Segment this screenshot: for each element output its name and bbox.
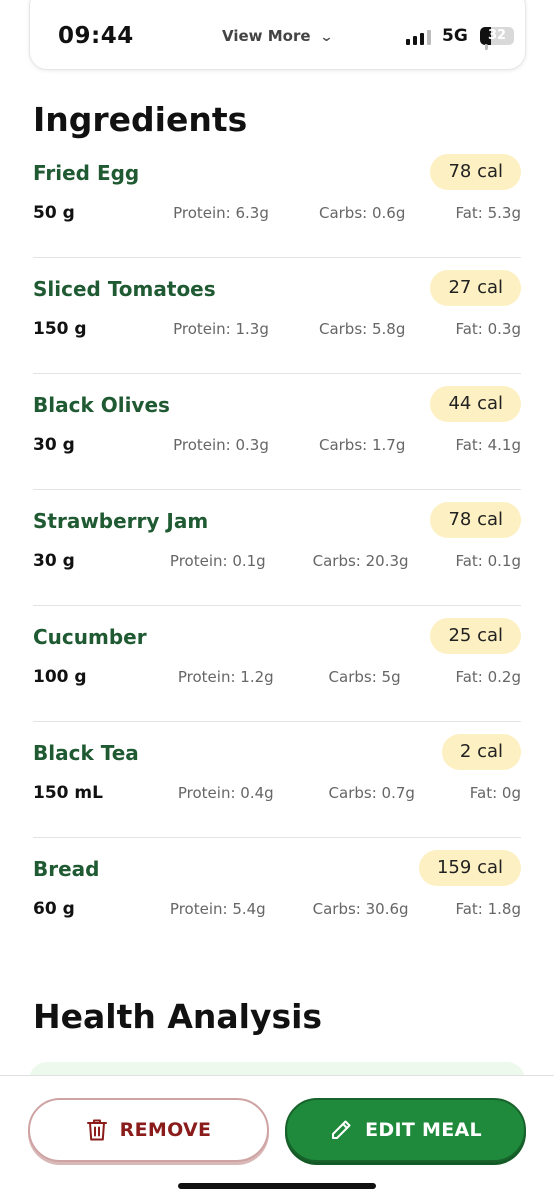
- ingredient-macros: 30 g Protein: 0.3g Carbs: 1.7g Fat: 4.1g: [33, 434, 521, 456]
- battery-level: 32: [487, 28, 507, 43]
- ingredient-fat: Fat: 0g: [469, 784, 521, 802]
- ingredient-name: Fried Egg: [33, 161, 140, 185]
- ingredient-quantity: 100 g: [33, 667, 87, 687]
- ingredient-macros: 60 g Protein: 5.4g Carbs: 30.6g Fat: 1.8g: [33, 898, 521, 920]
- calorie-badge: 2 cal: [441, 734, 521, 770]
- status-bar: 09:44 View More ⌄ 5G 32: [29, 0, 526, 70]
- ingredient-protein: Protein: 0.3g: [173, 436, 269, 454]
- calorie-badge: 27 cal: [430, 270, 521, 306]
- ingredient-protein: Protein: 0.4g: [177, 784, 274, 802]
- remove-button[interactable]: REMOVE: [28, 1098, 269, 1162]
- ingredient-carbs: Carbs: 0.7g: [328, 784, 415, 802]
- home-indicator: [178, 1183, 376, 1189]
- ingredient-quantity: 30 g: [33, 435, 75, 455]
- ingredient-fat: Fat: 4.1g: [455, 436, 521, 454]
- ingredient-protein: Protein: 0.1g: [169, 552, 266, 570]
- calorie-badge: 44 cal: [430, 386, 521, 422]
- calorie-badge: 78 cal: [430, 502, 521, 538]
- ingredient-carbs: Carbs: 20.3g: [312, 552, 409, 570]
- calorie-badge: 25 cal: [430, 618, 521, 654]
- ingredients-title: Ingredients: [33, 100, 248, 139]
- ingredient-quantity: 150 g: [33, 319, 87, 339]
- ingredient-name: Black Olives: [33, 393, 170, 417]
- ingredient-fat: Fat: 1.8g: [455, 900, 521, 918]
- ingredient-protein: Protein: 6.3g: [173, 204, 269, 222]
- view-more-button[interactable]: View More ⌄: [222, 27, 334, 45]
- ingredient-carbs: Carbs: 0.6g: [318, 204, 406, 222]
- ingredient-protein: Protein: 1.3g: [173, 320, 269, 338]
- ingredient-macros: 50 g Protein: 6.3g Carbs: 0.6g Fat: 5.3g: [33, 202, 521, 224]
- signal-icon: [406, 29, 432, 45]
- network-type: 5G: [442, 26, 468, 46]
- meal-detail-screen: 09:44 View More ⌄ 5G 32 Ingredients Fried…: [0, 0, 554, 1199]
- battery-icon: 32: [480, 27, 514, 45]
- calorie-badge: 78 cal: [430, 154, 521, 190]
- ingredient-fat: Fat: 0.1g: [455, 552, 521, 570]
- ingredient-name: Sliced Tomatoes: [33, 277, 216, 301]
- ingredient-macros: 150 mL Protein: 0.4g Carbs: 0.7g Fat: 0g: [33, 782, 521, 804]
- ingredient-macros: 100 g Protein: 1.2g Carbs: 5g Fat: 0.2g: [33, 666, 521, 688]
- ingredient-protein: Protein: 5.4g: [169, 900, 266, 918]
- edit-meal-label: EDIT MEAL: [365, 1119, 482, 1141]
- battery-tip: [485, 44, 488, 50]
- ingredient-name: Strawberry Jam: [33, 509, 209, 533]
- ingredient-quantity: 30 g: [33, 551, 75, 571]
- ingredient-item[interactable]: Black Olives 44 cal 30 g Protein: 0.3g Carbs…: [33, 374, 521, 490]
- ingredient-item[interactable]: Bread 159 cal 60 g Protein: 5.4g Carbs: 30.6…: [33, 838, 521, 954]
- ingredient-carbs: Carbs: 5g: [328, 668, 401, 686]
- ingredient-carbs: Carbs: 30.6g: [312, 900, 409, 918]
- ingredient-protein: Protein: 1.2g: [177, 668, 274, 686]
- view-more-label: View More: [222, 27, 311, 45]
- ingredient-fat: Fat: 0.3g: [455, 320, 521, 338]
- remove-label: REMOVE: [119, 1119, 212, 1141]
- pencil-icon: [329, 1118, 353, 1142]
- edit-meal-button[interactable]: EDIT MEAL: [285, 1098, 526, 1162]
- ingredient-item[interactable]: Strawberry Jam 78 cal 30 g Protein: 0.1g Car…: [33, 490, 521, 606]
- ingredient-item[interactable]: Fried Egg 78 cal 50 g Protein: 6.3g Carbs: 0…: [33, 142, 521, 258]
- chevron-down-icon: ⌄: [318, 30, 334, 45]
- ingredient-quantity: 150 mL: [33, 783, 103, 803]
- calorie-badge: 159 cal: [418, 850, 521, 886]
- ingredient-carbs: Carbs: 5.8g: [318, 320, 406, 338]
- ingredient-item[interactable]: Sliced Tomatoes 27 cal 150 g Protein: 1.3g C…: [33, 258, 521, 374]
- trash-icon: [86, 1118, 108, 1142]
- ingredient-name: Black Tea: [33, 741, 139, 765]
- ingredient-carbs: Carbs: 1.7g: [318, 436, 406, 454]
- ingredient-item[interactable]: Black Tea 2 cal 150 mL Protein: 0.4g Carbs: …: [33, 722, 521, 838]
- ingredient-macros: 30 g Protein: 0.1g Carbs: 20.3g Fat: 0.1g: [33, 550, 521, 572]
- ingredient-fat: Fat: 0.2g: [455, 668, 521, 686]
- ingredient-name: Cucumber: [33, 625, 147, 649]
- bottom-action-bar: REMOVE EDIT MEAL: [0, 1075, 554, 1199]
- health-analysis-title: Health Analysis: [33, 997, 323, 1036]
- status-time: 09:44: [58, 23, 134, 49]
- ingredient-quantity: 50 g: [33, 203, 75, 223]
- ingredient-fat: Fat: 5.3g: [455, 204, 521, 222]
- ingredient-name: Bread: [33, 857, 100, 881]
- ingredient-item[interactable]: Cucumber 25 cal 100 g Protein: 1.2g Carbs: 5…: [33, 606, 521, 722]
- ingredient-quantity: 60 g: [33, 899, 75, 919]
- ingredient-macros: 150 g Protein: 1.3g Carbs: 5.8g Fat: 0.3g: [33, 318, 521, 340]
